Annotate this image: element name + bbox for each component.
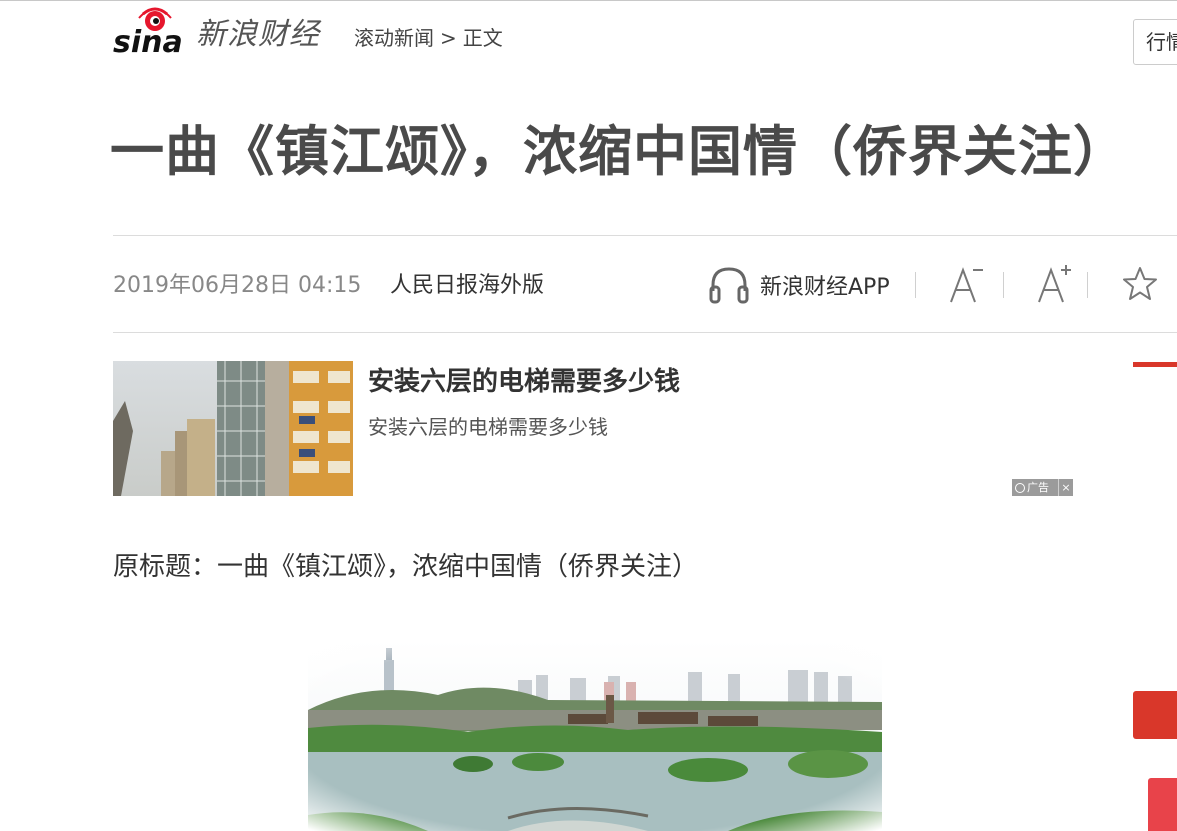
- ad-title[interactable]: 安装六层的电梯需要多少钱: [368, 362, 680, 402]
- font-increase-icon: [1038, 265, 1071, 303]
- star-icon: [1123, 267, 1157, 300]
- building-photo: [113, 361, 353, 496]
- favorite-button[interactable]: [1120, 262, 1160, 306]
- meta-divider: [113, 332, 1177, 333]
- sidebar-accent-bar: [1133, 362, 1177, 367]
- article-source[interactable]: 人民日报海外版: [390, 270, 544, 302]
- toolbar-divider: [915, 272, 916, 298]
- toolbar-divider: [1087, 272, 1088, 298]
- breadcrumb-separator: >: [440, 26, 457, 50]
- sina-logo[interactable]: sina: [113, 6, 189, 60]
- zhenjiang-lake-photo: [308, 640, 882, 831]
- font-decrease-button[interactable]: [947, 262, 987, 306]
- headphones-icon: [709, 267, 749, 304]
- brand-name[interactable]: 新浪财经: [196, 15, 320, 55]
- ad-close-icon[interactable]: ×: [1058, 479, 1073, 496]
- font-increase-button[interactable]: [1037, 262, 1077, 306]
- toolbar-divider: [1003, 272, 1004, 298]
- market-quote-button[interactable]: 行情: [1133, 19, 1177, 65]
- article-title: 一曲《镇江颂》，浓缩中国情（侨界关注）: [110, 120, 1128, 183]
- publish-date: 2019年06月28日 04:15: [113, 273, 362, 298]
- floating-side-button[interactable]: [1133, 691, 1177, 739]
- breadcrumb-section-link[interactable]: 滚动新闻: [354, 26, 434, 50]
- top-border: [0, 0, 1177, 1]
- ad-badge[interactable]: 广告 ×: [1012, 479, 1073, 496]
- breadcrumb-current: 正文: [462, 26, 503, 50]
- ad-logo-icon: [1015, 482, 1025, 493]
- breadcrumb: 滚动新闻 > 正文: [354, 24, 503, 52]
- article-photo: [308, 640, 882, 831]
- ad-image[interactable]: [113, 361, 353, 496]
- page: sina 新浪财经 滚动新闻>正文 行情 一曲《镇江颂》，浓缩中国情（侨界关注）…: [0, 0, 1177, 831]
- app-link-label: 新浪财经APP: [760, 275, 890, 300]
- sina-finance-app-link[interactable]: 新浪财经APP: [708, 263, 890, 307]
- svg-text:sina: sina: [113, 25, 183, 58]
- ad-description[interactable]: 安装六层的电梯需要多少钱: [368, 412, 608, 442]
- font-decrease-icon: [950, 267, 983, 303]
- original-title: 原标题：一曲《镇江颂》，浓缩中国情（侨界关注）: [113, 552, 699, 582]
- sina-eye-logo-icon: sina: [113, 7, 183, 60]
- ad-badge-label: 广告: [1027, 481, 1049, 494]
- title-divider: [113, 235, 1177, 236]
- floating-side-button-2[interactable]: [1148, 778, 1177, 831]
